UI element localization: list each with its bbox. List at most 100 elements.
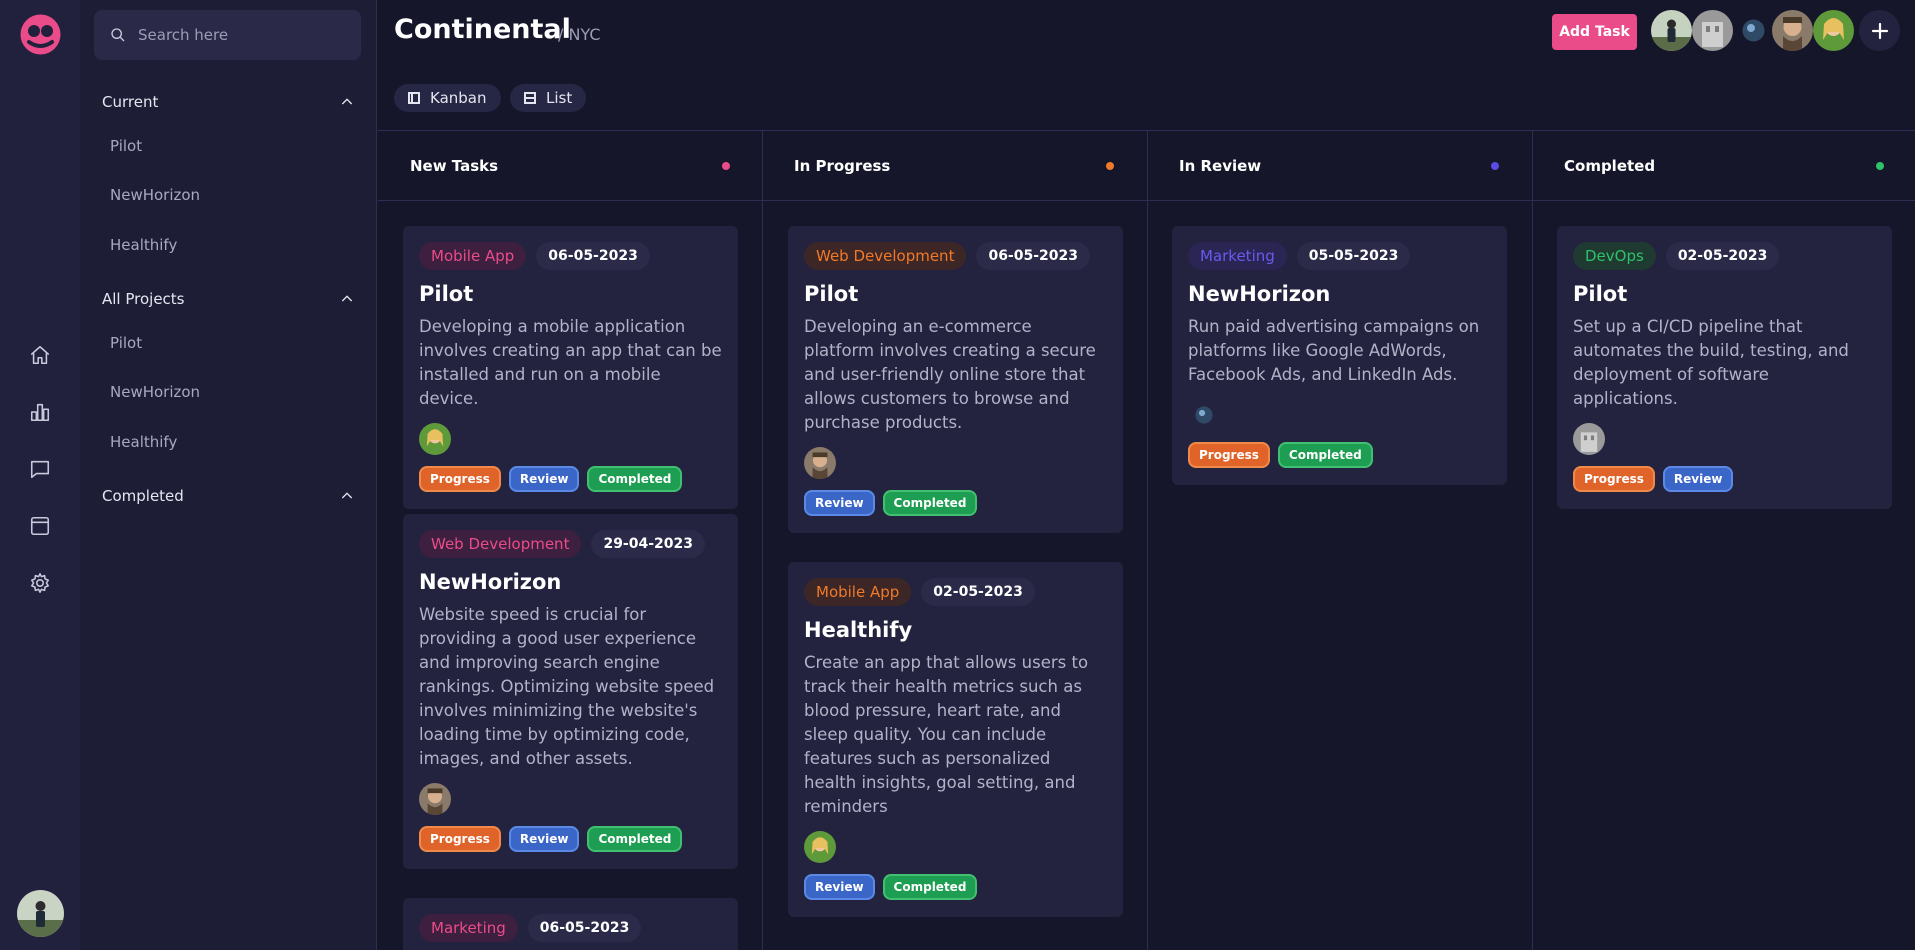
section-current-label: Current: [102, 93, 159, 111]
user-avatar[interactable]: [17, 890, 64, 937]
add-task-button[interactable]: Add Task: [1552, 14, 1637, 50]
gear-icon[interactable]: [25, 568, 55, 598]
assignee-avatar[interactable]: [419, 423, 451, 455]
tab-list[interactable]: List: [510, 84, 587, 112]
date-badge: 05-05-2023: [1296, 242, 1411, 270]
team-avatar[interactable]: [1733, 10, 1774, 51]
task-card[interactable]: Web Development 29-04-2023 NewHorizon We…: [403, 514, 738, 869]
sidebar-item-newhorizon[interactable]: NewHorizon: [110, 186, 200, 204]
team-avatar[interactable]: [1692, 10, 1733, 51]
task-card[interactable]: Marketing 05-05-2023 NewHorizon Run paid…: [1172, 226, 1507, 485]
status-dot: [1491, 162, 1499, 170]
column-title-completed: Completed: [1564, 157, 1656, 175]
sidebar-item-healthify[interactable]: Healthify: [110, 236, 177, 254]
search-input[interactable]: [138, 26, 348, 44]
column-title-new-tasks: New Tasks: [410, 157, 499, 175]
plus-icon: [1871, 22, 1888, 39]
page-title: Continental: [394, 14, 571, 45]
list-icon: [524, 92, 536, 104]
calendar-icon[interactable]: [25, 511, 55, 541]
card-title: Healthify: [804, 618, 913, 642]
tag-completed[interactable]: Completed: [882, 874, 978, 900]
tag-review[interactable]: Review: [508, 826, 580, 852]
card-title: Pilot: [1573, 282, 1628, 306]
page-subtitle: / NYC: [558, 25, 601, 44]
assignee-avatar[interactable]: [1573, 423, 1605, 455]
column-divider: [762, 130, 763, 950]
category-badge: Marketing: [419, 914, 518, 942]
icon-rail: [0, 0, 80, 950]
status-dot: [1106, 162, 1114, 170]
column-divider: [1532, 130, 1533, 950]
sidebar-item-pilot[interactable]: Pilot: [110, 137, 142, 155]
project-sidebar: Current Pilot NewHorizon Healthify All P…: [80, 0, 377, 950]
section-all-projects-label: All Projects: [102, 290, 185, 308]
card-title: Pilot: [804, 282, 859, 306]
card-description: Developing a mobile application involves…: [419, 317, 722, 408]
card-title: NewHorizon: [419, 570, 562, 594]
card-description: Create an app that allows users to track…: [804, 653, 1089, 816]
sidebar-item-pilot[interactable]: Pilot: [110, 334, 142, 352]
chevron-up-icon: [341, 295, 353, 302]
search-icon: [111, 28, 125, 42]
home-icon[interactable]: [25, 340, 55, 370]
chart-icon[interactable]: [25, 397, 55, 427]
tab-kanban[interactable]: Kanban: [394, 84, 501, 112]
assignee-avatar[interactable]: [804, 447, 836, 479]
card-title: NewHorizon: [1188, 282, 1331, 306]
date-badge: 02-05-2023: [921, 578, 1035, 606]
status-dot: [722, 162, 730, 170]
tag-completed[interactable]: Completed: [587, 826, 683, 852]
search-box[interactable]: [94, 10, 361, 60]
column-divider: [1147, 130, 1148, 950]
tag-progress[interactable]: Progress: [419, 826, 501, 852]
task-card[interactable]: Web Development 06-05-2023 Pilot Develop…: [788, 226, 1123, 533]
category-badge: Mobile App: [419, 242, 527, 270]
tag-review[interactable]: Review: [804, 490, 875, 516]
date-badge: 06-05-2023: [536, 242, 650, 270]
team-avatar[interactable]: [1772, 10, 1813, 51]
add-member-button[interactable]: [1859, 10, 1900, 51]
date-badge: 06-05-2023: [976, 242, 1091, 270]
date-badge: 06-05-2023: [527, 914, 642, 942]
assignee-avatar[interactable]: [419, 783, 451, 815]
status-dot: [1876, 162, 1884, 170]
card-description: Run paid advertising campaigns on platfo…: [1188, 317, 1480, 384]
date-badge: 29-04-2023: [591, 530, 706, 558]
column-title-in-progress: In Progress: [794, 157, 891, 175]
section-completed[interactable]: Completed: [102, 484, 355, 508]
task-card[interactable]: Marketing 06-05-2023: [403, 898, 738, 950]
team-avatar[interactable]: [1813, 10, 1854, 51]
section-all-projects[interactable]: All Projects: [102, 287, 355, 311]
category-badge: Mobile App: [804, 578, 912, 606]
tag-completed[interactable]: Completed: [587, 466, 683, 492]
tag-progress[interactable]: Progress: [1188, 442, 1270, 468]
tab-kanban-label: Kanban: [430, 89, 487, 107]
tag-completed[interactable]: Completed: [1277, 442, 1373, 468]
column-title-in-review: In Review: [1179, 157, 1262, 175]
category-badge: Web Development: [419, 530, 582, 558]
tag-review[interactable]: Review: [804, 874, 875, 900]
task-card[interactable]: DevOps 02-05-2023 Pilot Set up a CI/CD p…: [1557, 226, 1892, 509]
task-card[interactable]: Mobile App 02-05-2023 Healthify Create a…: [788, 562, 1123, 917]
category-badge: DevOps: [1573, 242, 1656, 270]
section-completed-label: Completed: [102, 487, 184, 505]
chat-icon[interactable]: [25, 454, 55, 484]
sidebar-item-newhorizon[interactable]: NewHorizon: [110, 383, 200, 401]
category-badge: Marketing: [1188, 242, 1287, 270]
tag-completed[interactable]: Completed: [882, 490, 978, 516]
tab-list-label: List: [546, 89, 573, 107]
section-current[interactable]: Current: [102, 90, 355, 114]
assignee-avatar[interactable]: [1188, 399, 1220, 431]
sidebar-item-healthify[interactable]: Healthify: [110, 433, 177, 451]
task-card[interactable]: Mobile App 06-05-2023 Pilot Developing a…: [403, 226, 738, 509]
tag-progress[interactable]: Progress: [1573, 466, 1655, 492]
tag-progress[interactable]: Progress: [419, 466, 501, 492]
team-avatar[interactable]: [1651, 10, 1692, 51]
card-description: Set up a CI/CD pipeline that automates t…: [1573, 317, 1849, 408]
assignee-avatar[interactable]: [804, 831, 836, 863]
date-badge: 02-05-2023: [1665, 242, 1780, 270]
app-logo[interactable]: [20, 14, 61, 55]
tag-review[interactable]: Review: [508, 466, 580, 492]
tag-review[interactable]: Review: [1662, 466, 1734, 492]
